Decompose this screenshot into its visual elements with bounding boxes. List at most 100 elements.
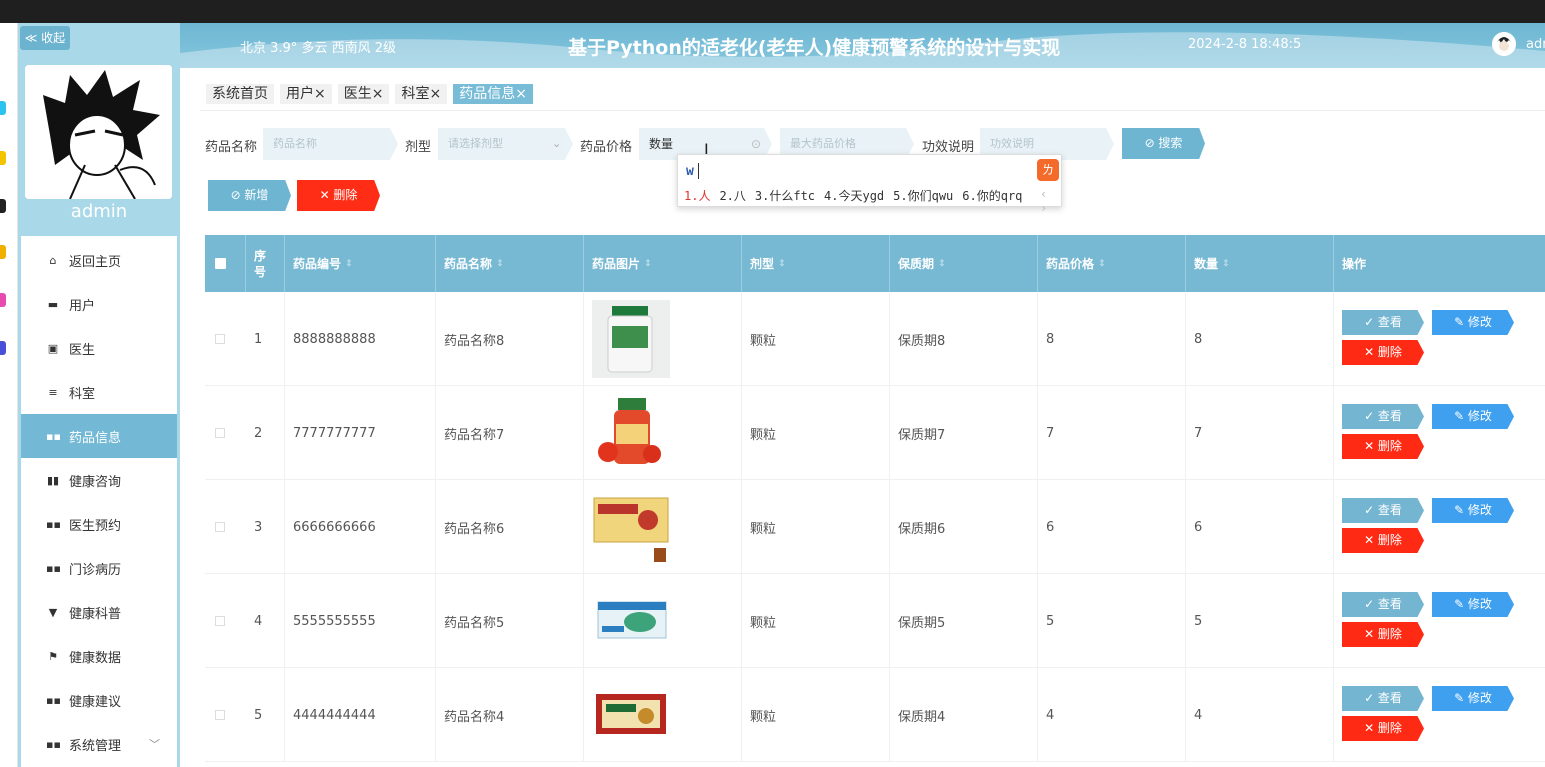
medicine-name-input[interactable]: 药品名称 bbox=[263, 128, 398, 160]
tab-users[interactable]: 用户× bbox=[280, 84, 332, 104]
delete-button[interactable]: ✕ 删除 bbox=[1342, 716, 1424, 741]
tab-doctors[interactable]: 医生× bbox=[337, 84, 390, 104]
sort-icon[interactable]: ⇕ bbox=[644, 259, 652, 269]
column-header[interactable]: 药品价格 ⇕ bbox=[1038, 235, 1186, 292]
sort-icon[interactable]: ⇕ bbox=[778, 259, 786, 269]
add-button[interactable]: ⊘ 新增 bbox=[208, 180, 291, 211]
ime-candidate[interactable]: 4.今天ygd bbox=[824, 187, 884, 204]
cell-index: 3 bbox=[246, 480, 285, 574]
cell-index: 2 bbox=[246, 386, 285, 480]
ime-candidate[interactable]: 2.八 bbox=[719, 187, 745, 204]
row-checkbox[interactable] bbox=[215, 522, 225, 532]
dock-app-icon[interactable] bbox=[0, 199, 6, 213]
sort-icon[interactable]: ⇕ bbox=[1222, 259, 1230, 269]
search-button[interactable]: ⊘ 搜索 bbox=[1122, 128, 1205, 159]
sidebar-item-system-management[interactable]: ▪▪ 系统管理 ﹀ bbox=[21, 722, 177, 766]
row-checkbox[interactable] bbox=[215, 616, 225, 626]
edit-button[interactable]: ✎ 修改 bbox=[1432, 310, 1514, 335]
sort-icon[interactable]: ⇕ bbox=[1098, 259, 1106, 269]
ime-candidate[interactable]: 5.你们qwu bbox=[893, 187, 953, 204]
row-checkbox[interactable] bbox=[215, 428, 225, 438]
sidebar-item-home[interactable]: ⌂ 返回主页 bbox=[21, 238, 177, 282]
sidebar-item-doctors[interactable]: ▣ 医生 bbox=[21, 326, 177, 370]
column-header[interactable]: 药品编号 ⇕ bbox=[285, 235, 436, 292]
dock-app-icon[interactable] bbox=[0, 245, 6, 259]
table-row: 4 5555555555 药品名称5 颗粒 保质期5 5 5 ✓ 查看 ✎ 修改… bbox=[205, 574, 1545, 668]
sidebar-item-label: 用户 bbox=[69, 298, 96, 314]
ime-candidate[interactable]: 3.什么ftc bbox=[755, 187, 815, 204]
select-all-checkbox[interactable] bbox=[215, 258, 226, 269]
column-header[interactable]: 保质期 ⇕ bbox=[890, 235, 1038, 292]
edit-button[interactable]: ✎ 修改 bbox=[1432, 404, 1514, 429]
trophy-icon: ▼ bbox=[48, 605, 58, 619]
medicine-image[interactable] bbox=[592, 488, 670, 566]
medicine-name-label: 药品名称 bbox=[205, 140, 258, 155]
view-button[interactable]: ✓ 查看 bbox=[1342, 498, 1424, 523]
ime-candidate-popup[interactable]: w ㄌ 1.人 2.八 3.什么ftc 4.今天ygd 5.你们qwu 6.你的… bbox=[677, 154, 1062, 215]
dock-app-icon[interactable] bbox=[0, 151, 6, 165]
doctor-icon: ▣ bbox=[47, 341, 59, 355]
cell-shelf-life: 保质期7 bbox=[890, 386, 1038, 480]
cell-image bbox=[584, 574, 742, 668]
ime-candidate[interactable]: 6.你的qrq bbox=[962, 187, 1022, 204]
cell-quantity: 7 bbox=[1186, 386, 1334, 480]
cell-code: 8888888888 bbox=[285, 292, 436, 386]
collapse-sidebar-button[interactable]: ≪ 收起 bbox=[20, 26, 70, 50]
medicine-image[interactable] bbox=[592, 582, 670, 660]
ime-candidate[interactable]: 1.人 bbox=[684, 187, 710, 204]
batch-delete-button[interactable]: ✕ 删除 bbox=[297, 180, 380, 211]
dock-app-icon[interactable] bbox=[0, 341, 6, 355]
row-checkbox[interactable] bbox=[215, 710, 225, 720]
sidebar-item-outpatient-records[interactable]: ▪▪ 门诊病历 bbox=[21, 546, 177, 590]
delete-button[interactable]: ✕ 删除 bbox=[1342, 434, 1424, 459]
header-select-all[interactable] bbox=[205, 235, 246, 292]
medicine-image[interactable] bbox=[592, 394, 670, 472]
sidebar-item-health-consult[interactable]: ▮▮ 健康咨询 bbox=[21, 458, 177, 502]
cell-dosage-form: 颗粒 bbox=[742, 292, 890, 386]
view-button[interactable]: ✓ 查看 bbox=[1342, 686, 1424, 711]
sidebar-item-health-advice[interactable]: ▪▪ 健康建议 bbox=[21, 678, 177, 722]
sort-icon[interactable]: ⇕ bbox=[938, 259, 946, 269]
dosage-form-select[interactable]: 请选择剂型 ⌄ bbox=[438, 128, 573, 160]
delete-button[interactable]: ✕ 删除 bbox=[1342, 622, 1424, 647]
tab-departments[interactable]: 科室× bbox=[395, 84, 448, 104]
sidebar-item-users[interactable]: ▬ 用户 bbox=[21, 282, 177, 326]
row-checkbox[interactable] bbox=[215, 334, 225, 344]
edit-button[interactable]: ✎ 修改 bbox=[1432, 686, 1514, 711]
tab-medicine-info[interactable]: 药品信息× bbox=[453, 84, 533, 104]
medicine-image[interactable] bbox=[592, 300, 670, 378]
edit-button[interactable]: ✎ 修改 bbox=[1432, 498, 1514, 523]
cell-shelf-life: 保质期6 bbox=[890, 480, 1038, 574]
column-header[interactable]: 药品图片 ⇕ bbox=[584, 235, 742, 292]
sidebar-item-medicine-info[interactable]: ▪▪ 药品信息 bbox=[21, 414, 177, 458]
medicine-image[interactable] bbox=[592, 676, 670, 754]
view-button[interactable]: ✓ 查看 bbox=[1342, 404, 1424, 429]
edit-button[interactable]: ✎ 修改 bbox=[1432, 592, 1514, 617]
ime-pager-icon[interactable]: ‹ › bbox=[1040, 187, 1061, 215]
sort-icon[interactable]: ⇕ bbox=[496, 259, 504, 269]
cell-price: 8 bbox=[1038, 292, 1186, 386]
column-header[interactable]: 剂型 ⇕ bbox=[742, 235, 890, 292]
delete-button[interactable]: ✕ 删除 bbox=[1342, 528, 1424, 553]
sort-icon[interactable]: ⇕ bbox=[345, 259, 353, 269]
sidebar-item-departments[interactable]: ≡ 科室 bbox=[21, 370, 177, 414]
header-username[interactable]: adm bbox=[1526, 37, 1545, 52]
top-header: 北京 3.9° 多云 西南风 2级 基于Python的适老化(老年人)健康预警系… bbox=[180, 23, 1545, 68]
cell-name: 药品名称4 bbox=[436, 668, 584, 762]
dock-app-icon[interactable] bbox=[0, 293, 6, 307]
view-button[interactable]: ✓ 查看 bbox=[1342, 310, 1424, 335]
sidebar-item-health-science[interactable]: ▼ 健康科普 bbox=[21, 590, 177, 634]
cell-shelf-life: 保质期4 bbox=[890, 668, 1038, 762]
sidebar-item-label: 返回主页 bbox=[69, 254, 122, 270]
delete-button[interactable]: ✕ 删除 bbox=[1342, 340, 1424, 365]
user-avatar[interactable] bbox=[1492, 32, 1516, 56]
column-header[interactable]: 药品名称 ⇕ bbox=[436, 235, 584, 292]
column-header[interactable]: 数量 ⇕ bbox=[1186, 235, 1334, 292]
cell-image bbox=[584, 386, 742, 480]
sidebar-item-doctor-appointment[interactable]: ▪▪ 医生预约 bbox=[21, 502, 177, 546]
view-button[interactable]: ✓ 查看 bbox=[1342, 592, 1424, 617]
tab-home[interactable]: 系统首页 bbox=[206, 84, 274, 104]
sidebar-item-label: 健康科普 bbox=[69, 606, 122, 622]
sidebar-item-health-data[interactable]: ⚑ 健康数据 bbox=[21, 634, 177, 678]
dock-app-icon[interactable] bbox=[0, 101, 6, 115]
